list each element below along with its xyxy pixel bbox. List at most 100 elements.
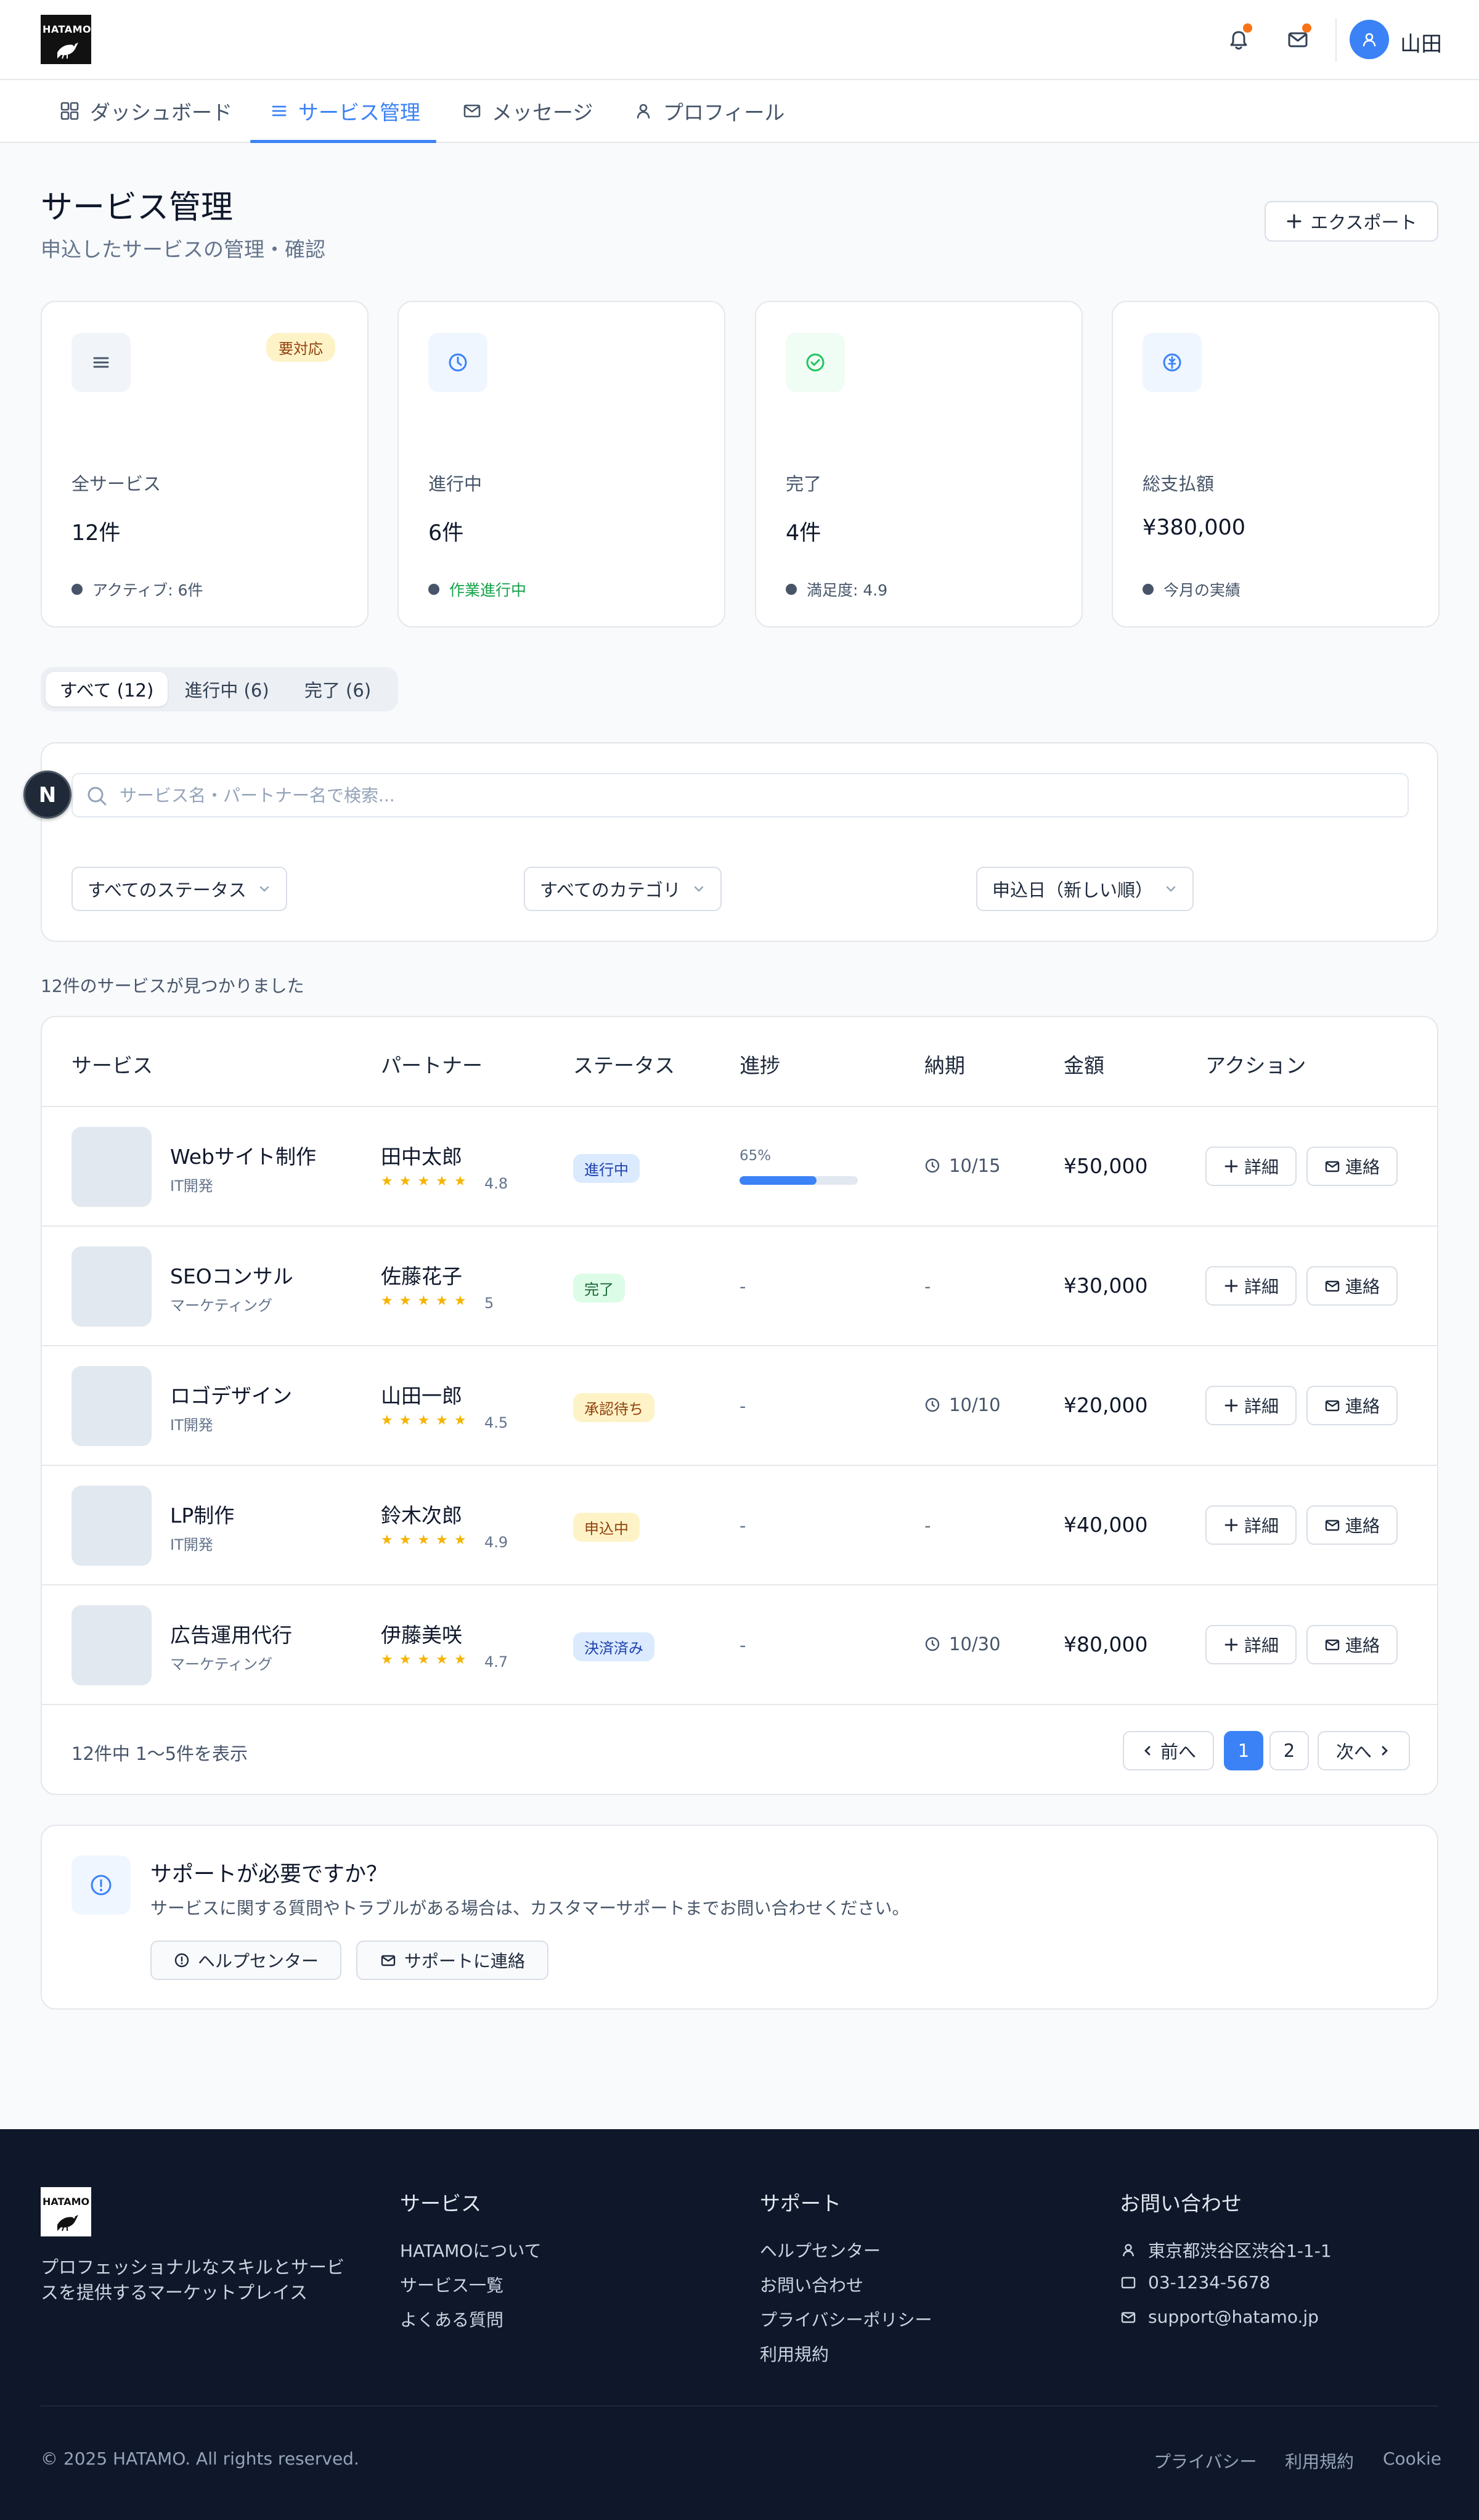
bird-logo-icon [57, 43, 78, 59]
stat-card-completed: 完了 4件 満足度: 4.9 [755, 301, 1083, 628]
detail-label: 詳細 [1244, 1396, 1279, 1417]
results-count: 12件のサービスが見つかりました [41, 976, 304, 996]
nextjs-dev-badge[interactable]: N [23, 771, 71, 819]
status-select[interactable]: すべてのステータス [71, 867, 287, 911]
export-button[interactable]: エクスポート [1265, 201, 1438, 242]
avatar[interactable] [1350, 20, 1389, 59]
column-header[interactable]: パートナー [381, 1049, 483, 1079]
amount: ¥40,000 [1064, 1513, 1148, 1537]
footer-link[interactable]: プライバシーポリシー [760, 2307, 932, 2331]
partner-name[interactable]: 山田一郎 [381, 1380, 462, 1409]
notification-bell-icon[interactable] [1224, 23, 1253, 54]
tab-label: サービス管理 [298, 100, 420, 125]
mail-icon[interactable] [1283, 23, 1313, 54]
filter-tab-all[interactable]: すべて (12) [46, 672, 168, 706]
tab-dashboard[interactable]: ダッシュボード [59, 80, 233, 142]
service-name[interactable]: LP制作 [170, 1499, 234, 1529]
status-badge: 完了 [573, 1274, 625, 1303]
column-header[interactable]: ステータス [573, 1049, 675, 1079]
stat-card-total-payment: 総支払額 ¥380,000 今月の実績 [1112, 301, 1440, 628]
footer-link[interactable]: お問い合わせ [760, 2272, 863, 2297]
footer-link[interactable]: HATAMOについて [400, 2238, 541, 2262]
footer-bottom-link-terms[interactable]: 利用規約 [1285, 2448, 1354, 2473]
contact-button[interactable]: 連絡 [1306, 1386, 1398, 1425]
search-input[interactable] [120, 775, 1395, 815]
tab-messages[interactable]: メッセージ [462, 80, 604, 142]
footer-link[interactable]: よくある質問 [400, 2307, 503, 2331]
stat-value: 6件 [428, 521, 464, 546]
partner-name[interactable]: 田中太郎 [381, 1140, 462, 1170]
table-row[interactable]: 広告運用代行 マーケティング 伊藤美咲 ★★★★★ 4.7 決済済み - 10/30 ¥80,0… [42, 1585, 1437, 1705]
detail-button[interactable]: 詳細 [1205, 1266, 1297, 1306]
filter-tab-in-progress[interactable]: 進行中 (6) [173, 672, 281, 706]
user-name[interactable]: 山田 [1400, 27, 1442, 57]
due-date-empty: - [924, 1515, 931, 1536]
page-2-button[interactable]: 2 [1269, 1731, 1309, 1770]
table-row[interactable]: LP制作 IT開発 鈴木次郎 ★★★★★ 4.9 申込中 - - ¥40,000 詳細 連絡 [42, 1466, 1437, 1585]
table-row[interactable]: Webサイト制作 IT開発 田中太郎 ★★★★★ 4.8 進行中 65% 10/15 ¥50,0… [42, 1107, 1437, 1227]
partner-name[interactable]: 伊藤美咲 [381, 1619, 462, 1648]
service-name[interactable]: ロゴデザイン [170, 1380, 292, 1409]
email-text[interactable]: support@hatamo.jp [1148, 2307, 1319, 2327]
stat-value: 4件 [786, 521, 821, 546]
stat-footer-text: 今月の実績 [1163, 581, 1241, 599]
next-page-button[interactable]: 次へ [1318, 1731, 1410, 1770]
footer-link[interactable]: ヘルプセンター [760, 2238, 881, 2262]
stat-label: 総支払額 [1143, 473, 1215, 494]
rating-value: 4.5 [484, 1414, 508, 1431]
column-header[interactable]: 納期 [924, 1049, 965, 1079]
prev-page-button[interactable]: 前へ [1123, 1731, 1214, 1770]
contact-support-button[interactable]: サポートに連絡 [356, 1941, 548, 1980]
contact-button[interactable]: 連絡 [1306, 1266, 1398, 1306]
prev-label: 前へ [1160, 1741, 1196, 1762]
column-header[interactable]: 進捗 [740, 1049, 780, 1079]
page-subtitle: 申込したサービスの管理・確認 [41, 237, 325, 261]
hatamo-logo[interactable]: HATAMO [41, 15, 91, 64]
tab-label: ダッシュボード [90, 100, 232, 125]
tab-profile[interactable]: プロフィール [634, 80, 794, 142]
footer-bottom-link-cookie[interactable]: Cookie [1383, 2448, 1441, 2469]
site-footer: HATAMO プロフェッショナルなスキルとサービスを提供するマーケットプレイス … [0, 2129, 1479, 2520]
table-row[interactable]: ロゴデザイン IT開発 山田一郎 ★★★★★ 4.5 承認待ち - 10/10 ¥20,000 詳… [42, 1346, 1437, 1466]
service-name[interactable]: 広告運用代行 [170, 1619, 292, 1648]
main-nav: ダッシュボード サービス管理 メッセージ プロフィール [0, 80, 1479, 143]
column-header[interactable]: サービス [71, 1049, 153, 1079]
table-row[interactable]: SEOコンサル マーケティング 佐藤花子 ★★★★★ 5 完了 - - ¥30,000 詳細 連絡 [42, 1227, 1437, 1346]
footer-bottom-link-privacy[interactable]: プライバシー [1154, 2448, 1257, 2473]
category-select[interactable]: すべてのカテゴリ [524, 867, 722, 911]
phone-text[interactable]: 03-1234-5678 [1148, 2272, 1270, 2293]
bullet-dot [71, 584, 83, 595]
search-box [71, 773, 1409, 817]
footer-link[interactable]: 利用規約 [760, 2341, 829, 2366]
detail-label: 詳細 [1244, 1277, 1279, 1297]
page-1-button[interactable]: 1 [1224, 1731, 1263, 1770]
rating-stars: ★★★★★ [381, 1174, 473, 1189]
service-name[interactable]: Webサイト制作 [170, 1140, 316, 1170]
partner-name[interactable]: 鈴木次郎 [381, 1499, 462, 1529]
contact-button[interactable]: 連絡 [1306, 1147, 1398, 1186]
filter-tab-completed[interactable]: 完了 (6) [286, 672, 389, 706]
detail-button[interactable]: 詳細 [1205, 1147, 1297, 1186]
footer-logo[interactable]: HATAMO [41, 2187, 91, 2236]
detail-button[interactable]: 詳細 [1205, 1505, 1297, 1545]
detail-button[interactable]: 詳細 [1205, 1625, 1297, 1664]
help-center-button[interactable]: ヘルプセンター [150, 1941, 341, 1980]
clock-icon [925, 1637, 940, 1651]
phone-icon [1121, 2277, 1136, 2288]
column-header[interactable]: 金額 [1064, 1049, 1104, 1079]
service-name[interactable]: SEOコンサル [170, 1260, 293, 1290]
rating-stars: ★★★★★ [381, 1532, 473, 1548]
contact-button[interactable]: 連絡 [1306, 1505, 1398, 1545]
bullet-dot [1143, 584, 1154, 595]
partner-name[interactable]: 佐藤花子 [381, 1260, 462, 1290]
sort-select[interactable]: 申込日（新しい順） [976, 867, 1194, 911]
status-filter-tabs: すべて (12) 進行中 (6) 完了 (6) [41, 667, 398, 711]
contact-button[interactable]: 連絡 [1306, 1625, 1398, 1664]
detail-button[interactable]: 詳細 [1205, 1386, 1297, 1425]
detail-label: 詳細 [1244, 1635, 1279, 1656]
chevron-down-icon [694, 886, 704, 892]
footer-link[interactable]: サービス一覧 [400, 2272, 503, 2297]
tab-service-management[interactable]: サービス管理 [250, 80, 436, 143]
status-select-value: すべてのステータス [88, 880, 246, 901]
support-panel: サポートが必要ですか？ サービスに関する質問やトラブルがある場合は、カスタマーサ… [41, 1825, 1438, 2010]
